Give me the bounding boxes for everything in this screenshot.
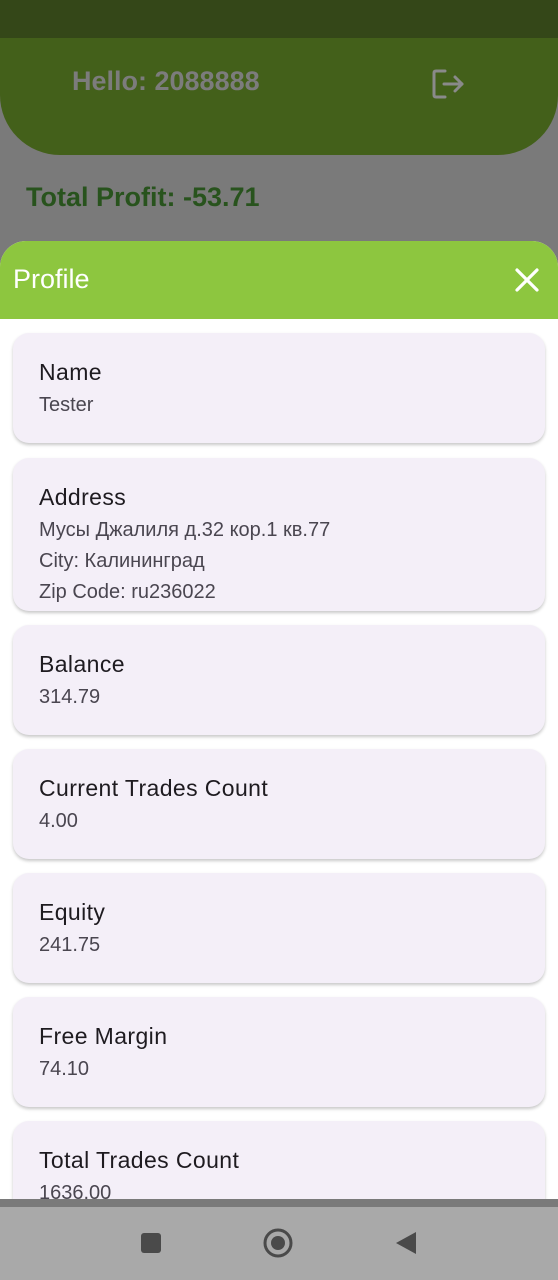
card-value: 241.75 [39,934,101,956]
address-street: Мусы Джалиля д.32 кор.1 кв.77 [39,519,331,541]
card-equity: Equity 241.75 [13,873,545,983]
card-balance: Balance 314.79 [13,625,545,735]
card-address: Address Мусы Джалиля д.32 кор.1 кв.77 Ci… [13,458,545,611]
back-triangle-icon[interactable] [390,1227,422,1259]
system-nav-bar [0,1207,558,1280]
card-label: Equity [39,899,106,925]
card-value: Tester [39,394,94,416]
address-city: City: Калининград [39,550,205,572]
card-total-trades: Total Trades Count 1636.00 [13,1121,545,1199]
card-value: 4.00 [39,810,78,832]
card-label: Name [39,359,102,385]
card-label: Balance [39,651,125,677]
profile-card-list[interactable]: Name Tester Address Мусы Джалиля д.32 ко… [0,319,558,1199]
card-free-margin: Free Margin 74.10 [13,997,545,1107]
card-name: Name Tester [13,333,545,443]
card-current-trades: Current Trades Count 4.00 [13,749,545,859]
card-label: Total Trades Count [39,1147,240,1173]
card-label: Free Margin [39,1023,168,1049]
address-zip: Zip Code: ru236022 [39,581,216,603]
sheet-header: Profile [0,241,558,319]
logout-icon[interactable] [430,66,466,102]
profile-sheet: Profile Name Tester Address Мусы Джалиля… [0,241,558,1199]
status-bar [0,0,558,38]
screen: Hello: 2088888 Total Profit: -53.71 Prof… [0,0,558,1280]
card-value: 74.10 [39,1058,90,1080]
card-value: 1636.00 [39,1182,112,1199]
card-label: Address [39,484,127,510]
sheet-title: Profile [13,264,90,294]
square-icon[interactable] [135,1227,167,1259]
card-label: Current Trades Count [39,775,269,801]
greeting-text: Hello: 2088888 [72,66,260,96]
close-icon[interactable] [510,263,544,297]
home-circle-icon[interactable] [262,1227,294,1259]
total-profit: Total Profit: -53.71 [26,182,260,212]
card-value: 314.79 [39,686,101,708]
